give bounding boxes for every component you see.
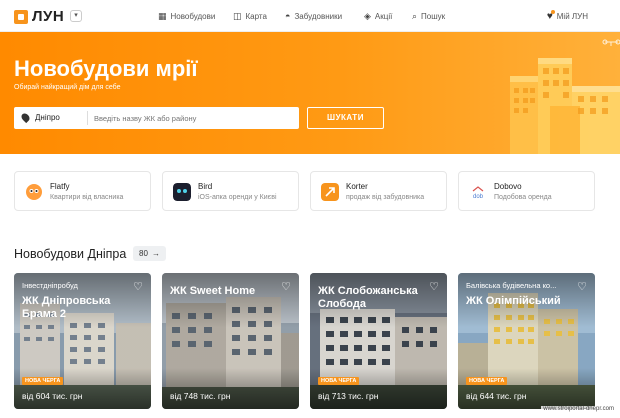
nav-label: Забудовники (294, 11, 343, 21)
nav-label: Акції (374, 12, 393, 21)
my-lun-label: Мій ЛУН (556, 12, 588, 21)
helmet-icon: ◓ (285, 11, 291, 21)
listing-card[interactable]: Інвестдніпробуд ЖК Дніпровська Брама 2 ♡… (14, 273, 151, 409)
search-button[interactable]: ШУКАТИ (307, 107, 384, 129)
city-illustration (510, 39, 620, 154)
listing-card[interactable]: ЖК Слобожанська Слобода ♡ НОВА ЧЕРГА від… (310, 273, 447, 409)
listing-card[interactable]: ЖК Sweet Home ♡ від 748 тис. грн (162, 273, 299, 409)
see-all-button[interactable]: 80 → (133, 246, 166, 261)
favorite-heart-icon[interactable]: ♡ (577, 280, 587, 293)
listing-price: від 604 тис. грн (22, 391, 83, 401)
photo-overlay (14, 273, 151, 409)
favorite-heart-icon[interactable]: ♡ (429, 280, 439, 293)
search-input[interactable] (94, 110, 294, 126)
tag-icon: ◈ (364, 11, 371, 21)
listing-title: ЖК Слобожанська Слобода (318, 285, 418, 310)
partner-name: Bird (198, 182, 213, 191)
listing-price: від 713 тис. грн (318, 391, 379, 401)
arrow-right-icon: → (151, 249, 160, 258)
listing-card[interactable]: Балівська будівельна ко... ЖК Олімпійськ… (458, 273, 595, 409)
status-badge: НОВА ЧЕРГА (466, 377, 508, 385)
hero-title: Новобудови мрії (14, 56, 198, 81)
partner-card-bird[interactable]: Bird iOS-апка оренди у Києві (162, 171, 299, 211)
hero-subtitle: Обирай найкращий дім для себе (14, 84, 121, 91)
partner-card-flatfy[interactable]: Flatfy Квартири від власника (14, 171, 151, 211)
region-dropdown-icon[interactable]: ▾ (70, 10, 82, 22)
developer-name: Балівська будівельна ко... (466, 281, 557, 290)
listing-price: від 748 тис. грн (170, 391, 231, 401)
listing-price: від 644 тис. грн (466, 391, 527, 401)
city-label: Дніпро (35, 113, 60, 122)
partner-desc: Подобова оренда (494, 194, 552, 201)
partner-card-korter[interactable]: Korter продаж від забудовника (310, 171, 447, 211)
photo-overlay (458, 273, 595, 409)
nav-item-search[interactable]: ⌕ Пошук (412, 11, 445, 22)
logo-mark (14, 9, 28, 24)
top-header: ЛУН ▾ ▦ Новобудови ◫ Карта ◓ Забудовники… (0, 0, 620, 32)
partner-desc: iOS-апка оренди у Києві (198, 194, 277, 201)
logo[interactable]: ЛУН (14, 8, 64, 25)
favorite-heart-icon[interactable]: ♡ (281, 280, 291, 293)
count-label: 80 (139, 249, 148, 258)
bird-logo-icon (173, 183, 191, 201)
flatfy-logo-icon (26, 184, 42, 200)
svg-text:dob: dob (473, 194, 484, 200)
partner-desc: продаж від забудовника (346, 194, 425, 201)
developer-name: Інвестдніпробуд (22, 281, 78, 290)
korter-logo-icon (321, 183, 339, 201)
status-badge: НОВА ЧЕРГА (318, 377, 360, 385)
favorite-heart-icon[interactable]: ♡ (133, 280, 143, 293)
partner-card-dobovo[interactable]: dob Dobovo Подобова оренда (458, 171, 595, 211)
search-icon: ⌕ (412, 11, 418, 21)
watermark: www.stroiportal-dnepr.com (541, 406, 616, 412)
dobovo-logo-icon: dob (469, 183, 487, 201)
partner-name: Flatfy (50, 182, 70, 191)
nav-label: Новобудови (170, 12, 216, 21)
building-icon: ▦ (158, 11, 167, 21)
nav-label: Карта (245, 12, 267, 21)
location-pin-icon (19, 111, 32, 124)
city-selector[interactable]: Дніпро (19, 111, 60, 124)
partner-name: Korter (346, 182, 368, 191)
listing-title: ЖК Дніпровська Брама 2 (22, 295, 111, 320)
nav-item-developers[interactable]: ◓ Забудовники (285, 11, 342, 21)
map-icon: ◫ (233, 11, 242, 21)
search-box: Дніпро (14, 107, 299, 129)
status-badge: НОВА ЧЕРГА (22, 377, 64, 385)
logo-text: ЛУН (32, 8, 65, 25)
nav-item-new-buildings[interactable]: ▦ Новобудови (158, 11, 215, 22)
heart-icon: ♥ (546, 10, 555, 22)
divider (87, 111, 88, 125)
hero-banner: Новобудови мрії Обирай найкращий дім для… (0, 32, 620, 154)
nav-label: Пошук (421, 12, 446, 21)
my-lun-link[interactable]: ♥ Мій ЛУН (546, 10, 588, 22)
section-title: Новобудови Дніпра (14, 247, 127, 261)
nav-item-promotions[interactable]: ◈ Акції (364, 11, 392, 22)
nav-item-map[interactable]: ◫ Карта (233, 11, 267, 22)
partner-name: Dobovo (494, 182, 522, 191)
partner-desc: Квартири від власника (50, 194, 124, 201)
listing-title: ЖК Олімпійський (466, 295, 561, 307)
listing-title: ЖК Sweet Home (170, 285, 256, 297)
